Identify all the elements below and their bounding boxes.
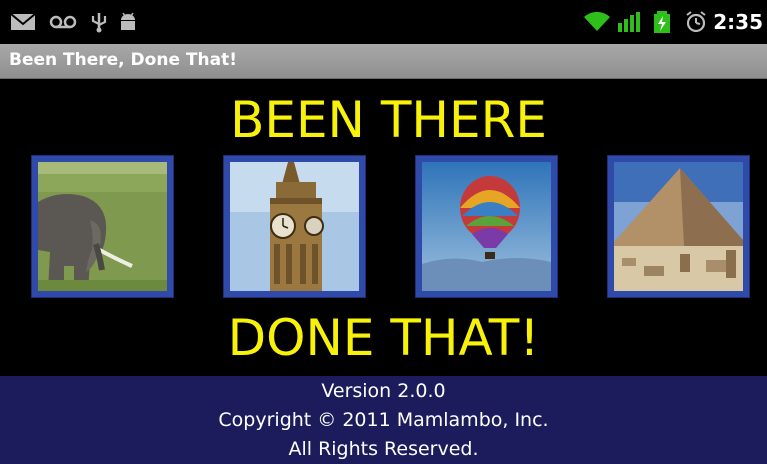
battery-charging-icon: [654, 11, 670, 33]
elephant-photo: [38, 162, 167, 291]
photo-tile-hot-air-balloon[interactable]: [415, 155, 558, 298]
footer: Version 2.0.0 Copyright © 2011 Mamlambo,…: [0, 376, 767, 464]
usb-icon: [91, 13, 107, 33]
headline-done-that: DONE THAT!: [227, 309, 540, 367]
signal-icon: [618, 12, 640, 32]
status-bar: 2:35: [0, 0, 767, 44]
alarm-icon: [686, 11, 706, 33]
version-text: Version 2.0.0: [321, 380, 446, 402]
copyright-text: Copyright © 2011 Mamlambo, Inc.: [218, 409, 549, 431]
hot-air-balloon-photo: [422, 162, 551, 291]
clock: 2:35: [713, 10, 763, 34]
photo-tile-pyramid[interactable]: [607, 155, 750, 298]
voicemail-icon: [49, 15, 77, 29]
rights-text: All Rights Reserved.: [288, 438, 479, 460]
pyramid-photo: [614, 162, 743, 291]
photo-tile-big-ben[interactable]: [223, 155, 366, 298]
wifi-icon: [584, 11, 610, 31]
app-title: Been There, Done That!: [9, 50, 237, 70]
headline-been-there: BEEN THERE: [230, 91, 547, 149]
android-debug-icon: [121, 12, 135, 30]
mail-icon: [10, 13, 36, 30]
big-ben-photo: [230, 162, 359, 291]
photo-tile-elephant[interactable]: [31, 155, 174, 298]
app-title-bar: Been There, Done That!: [0, 44, 767, 79]
